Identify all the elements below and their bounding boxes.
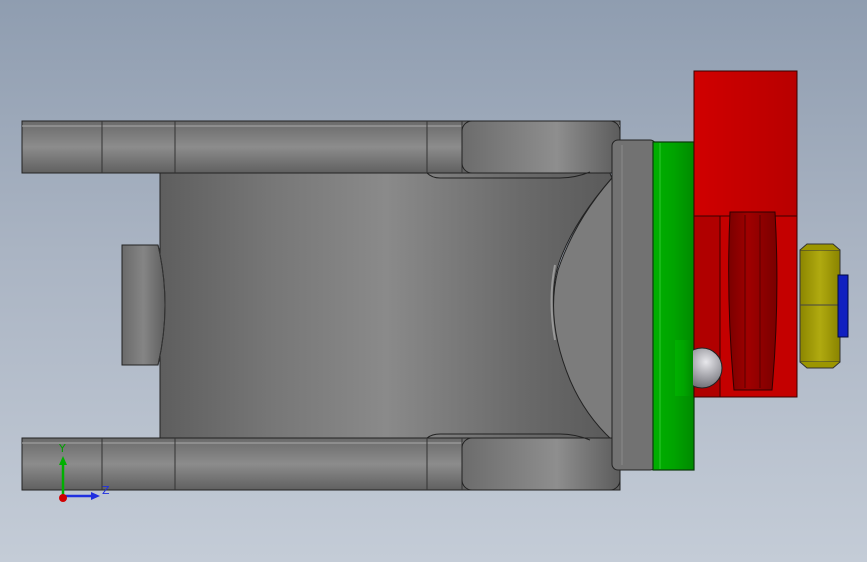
z-axis-label: Z	[102, 484, 110, 497]
bolt-end[interactable]	[837, 274, 849, 338]
clamp-block[interactable]	[693, 70, 798, 398]
cylinder-body[interactable]	[159, 149, 623, 471]
left-boss[interactable]	[121, 244, 166, 366]
top-clevis-arm[interactable]	[21, 120, 621, 179]
hex-nut[interactable]	[799, 243, 841, 369]
flange-ring[interactable]	[652, 141, 695, 471]
cad-model[interactable]	[0, 0, 867, 562]
z-axis-arrow	[63, 492, 100, 500]
cad-viewport[interactable]: Y Z	[0, 0, 867, 562]
y-axis-label: Y	[58, 442, 66, 455]
coordinate-triad: Y Z	[58, 442, 110, 502]
y-axis-arrow	[59, 456, 67, 496]
hub[interactable]	[611, 139, 657, 471]
x-axis-dot	[59, 494, 67, 502]
